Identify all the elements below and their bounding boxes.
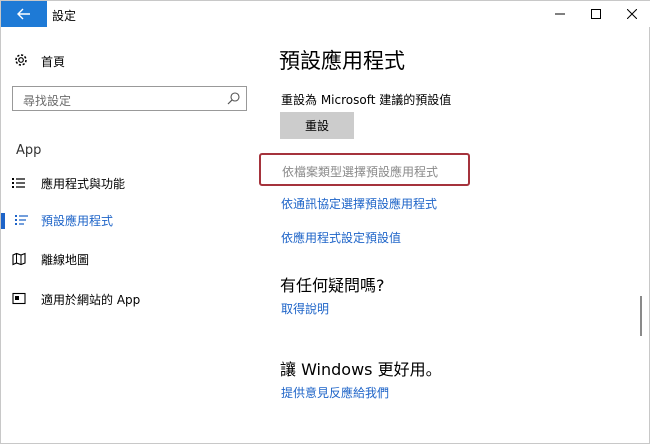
search-icon[interactable] <box>227 92 240 105</box>
sidebar-item-label: 預設應用程式 <box>41 214 114 228</box>
page-title: 預設應用程式 <box>279 49 405 73</box>
maximize-icon <box>591 9 601 19</box>
title-bar: 設定 <box>1 1 650 27</box>
choose-defaults-by-file-type-link[interactable]: 依檔案類型選擇預設應用程式 <box>282 163 438 180</box>
list-icon <box>12 178 25 188</box>
close-button[interactable] <box>609 1 650 27</box>
gear-icon <box>15 54 27 66</box>
close-icon <box>627 9 637 19</box>
search-placeholder: 尋找設定 <box>23 94 72 108</box>
sidebar-item-label: 應用程式與功能 <box>41 177 126 191</box>
give-feedback-link[interactable]: 提供意見反應給我們 <box>281 384 389 401</box>
home-item[interactable] <box>14 53 28 67</box>
sidebar-section-app: App <box>16 143 42 158</box>
scrollbar[interactable] <box>640 296 642 336</box>
sidebar-item-offline-maps[interactable]: 離線地圖 <box>1 243 263 277</box>
set-defaults-by-app-link[interactable]: 依應用程式設定預設值 <box>281 229 401 246</box>
reset-description: 重設為 Microsoft 建議的預設值 <box>281 93 452 107</box>
sidebar-item-label: 適用於網站的 App <box>41 293 141 307</box>
default-apps-icon <box>15 215 28 225</box>
map-icon <box>12 252 26 266</box>
back-arrow-icon <box>17 8 30 20</box>
get-help-link[interactable]: 取得說明 <box>281 300 329 317</box>
sidebar-item-apps-for-websites[interactable]: 適用於網站的 App <box>1 283 263 317</box>
active-indicator <box>1 213 5 229</box>
question-heading: 有任何疑問嗎? <box>280 276 385 295</box>
home-label[interactable]: 首頁 <box>41 53 65 70</box>
sidebar-item-default-apps[interactable]: 預設應用程式 <box>1 204 263 238</box>
sidebar-item-label: 離線地圖 <box>41 253 90 267</box>
feedback-heading: 讓 Windows 更好用。 <box>280 360 442 379</box>
reset-button[interactable]: 重設 <box>280 112 354 139</box>
web-app-icon <box>12 292 26 305</box>
back-button[interactable] <box>1 1 47 27</box>
choose-defaults-by-protocol-link[interactable]: 依通訊協定選擇預設應用程式 <box>281 195 437 212</box>
sidebar-item-apps-features[interactable]: 應用程式與功能 <box>1 167 263 201</box>
search-input[interactable]: 尋找設定 <box>12 86 247 111</box>
window-title: 設定 <box>52 9 77 23</box>
minimize-icon <box>555 13 565 15</box>
settings-window: 設定 首頁 尋找設定 App 應用程式與功能 預設應用程式 離線地圖 適用於網站… <box>0 0 650 444</box>
